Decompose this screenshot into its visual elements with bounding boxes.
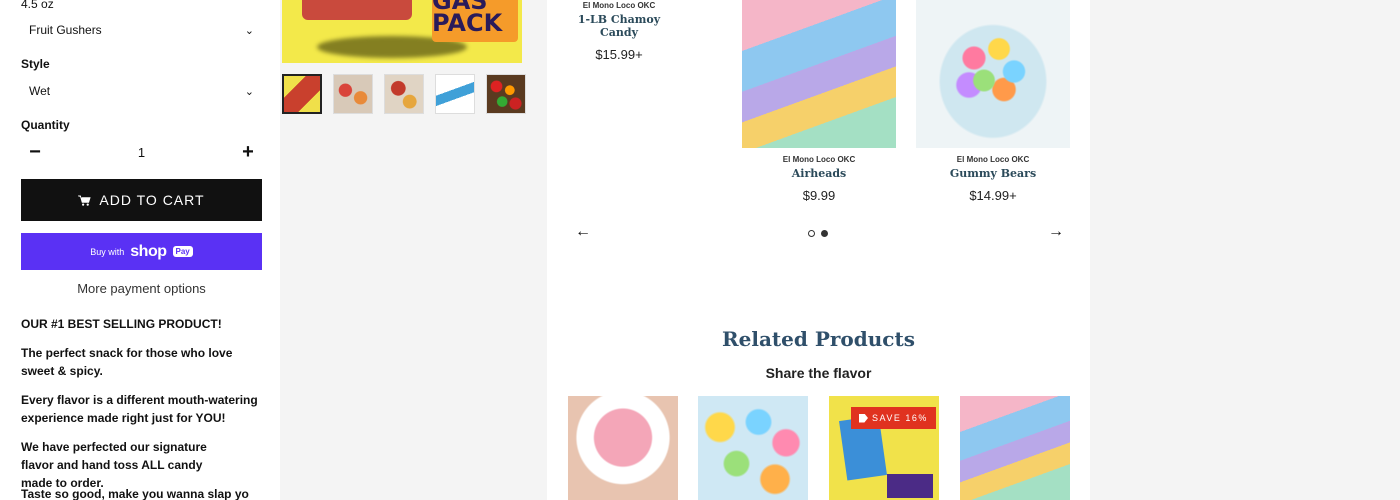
quantity-label: Quantity [21, 118, 70, 132]
arrow-left-icon[interactable]: ← [575, 223, 591, 241]
style-value: Wet [29, 84, 51, 98]
product-name[interactable]: Gummy Bears [916, 167, 1070, 180]
product-name[interactable]: Airheads [742, 167, 896, 180]
carousel-dots [808, 230, 828, 237]
thumbnail[interactable] [384, 74, 424, 114]
thumbnail[interactable] [333, 74, 373, 114]
size-text: 4.5 oz [21, 0, 54, 11]
minus-icon[interactable]: − [21, 138, 49, 166]
vendor-label: El Mono Loco OKC [582, 1, 656, 10]
buy-with-label: Buy with [90, 246, 125, 257]
flavor-value: Fruit Gushers [29, 23, 102, 37]
buy-with-shop-pay-button[interactable]: Buy with shop Pay [21, 233, 262, 270]
vendor-label: El Mono Loco OKC [956, 155, 1030, 164]
vendor-label: El Mono Loco OKC [782, 155, 856, 164]
description-line: Taste so good, make you wanna slap yo ma… [21, 487, 249, 500]
more-payment-options-link[interactable]: More payment options [21, 281, 262, 296]
carousel-item[interactable]: El Mono Loco OKC 1-LB Chamoy Candy $15.9… [560, 1, 678, 62]
chevron-down-icon: ⌄ [244, 24, 254, 37]
carousel-item[interactable]: El Mono Loco OKC Airheads $9.99 [742, 155, 896, 203]
quantity-value[interactable]: 1 [138, 145, 145, 160]
gummy-bears-image[interactable] [916, 0, 1070, 148]
airheads-image[interactable] [742, 0, 896, 148]
carousel-dot[interactable] [808, 230, 815, 237]
related-products-title: Related Products [722, 327, 915, 351]
product-form: 4.5 oz Fruit Gushers ⌄ Style Wet ⌄ Quant… [0, 0, 280, 500]
gummy-bears-pile [944, 22, 1044, 112]
thumbnail[interactable] [282, 74, 322, 114]
product-name[interactable]: 1-LB Chamoy Candy [560, 13, 678, 39]
related-product-card[interactable] [698, 396, 808, 500]
chevron-down-icon: ⌄ [244, 85, 254, 98]
add-to-cart-button[interactable]: ADD TO CART [21, 179, 262, 221]
add-to-cart-label: ADD TO CART [99, 192, 205, 208]
style-label: Style [21, 57, 50, 71]
thumbnail[interactable] [435, 74, 475, 114]
product-price: $15.99+ [595, 47, 643, 62]
carousel-item[interactable]: El Mono Loco OKC Gummy Bears $14.99+ [916, 155, 1070, 203]
page: 4.5 oz Fruit Gushers ⌄ Style Wet ⌄ Quant… [0, 0, 1400, 500]
cart-icon [78, 194, 92, 206]
product-price: $14.99+ [969, 188, 1017, 203]
style-select[interactable]: Wet ⌄ [21, 76, 262, 106]
mystery-pack-label-block [887, 474, 933, 498]
related-products-subtitle: Share the flavor [765, 365, 872, 381]
plus-icon[interactable]: + [234, 138, 262, 166]
quantity-stepper: − 1 + [21, 137, 262, 167]
shop-logo: shop [130, 242, 167, 260]
related-product-card[interactable]: SAVE 16% [829, 396, 939, 500]
tag-icon [859, 413, 868, 423]
pay-badge: Pay [172, 246, 193, 257]
carousel-dot[interactable] [821, 230, 828, 237]
description-line: Every flavor is a different mouth-wateri… [21, 393, 258, 425]
related-product-card[interactable] [960, 396, 1070, 500]
save-badge: SAVE 16% [851, 407, 936, 429]
related-product-card[interactable] [568, 396, 678, 500]
description-line: OUR #1 BEST SELLING PRODUCT! [21, 317, 222, 331]
thumbnail[interactable] [486, 74, 526, 114]
candy-bag-image [302, 0, 412, 20]
arrow-right-icon[interactable]: → [1048, 223, 1064, 241]
product-main-image[interactable]: GAS PACK [282, 0, 522, 63]
flavor-select[interactable]: Fruit Gushers ⌄ [21, 15, 262, 45]
save-badge-text: SAVE 16% [872, 413, 928, 423]
description-line: We have perfected our signature flavor a… [21, 440, 207, 490]
description-line: The perfect snack for those who love swe… [21, 346, 233, 378]
gas-pack-text: GAS PACK [432, 0, 518, 42]
thumbnail-strip [282, 74, 526, 114]
product-price: $9.99 [802, 188, 836, 203]
